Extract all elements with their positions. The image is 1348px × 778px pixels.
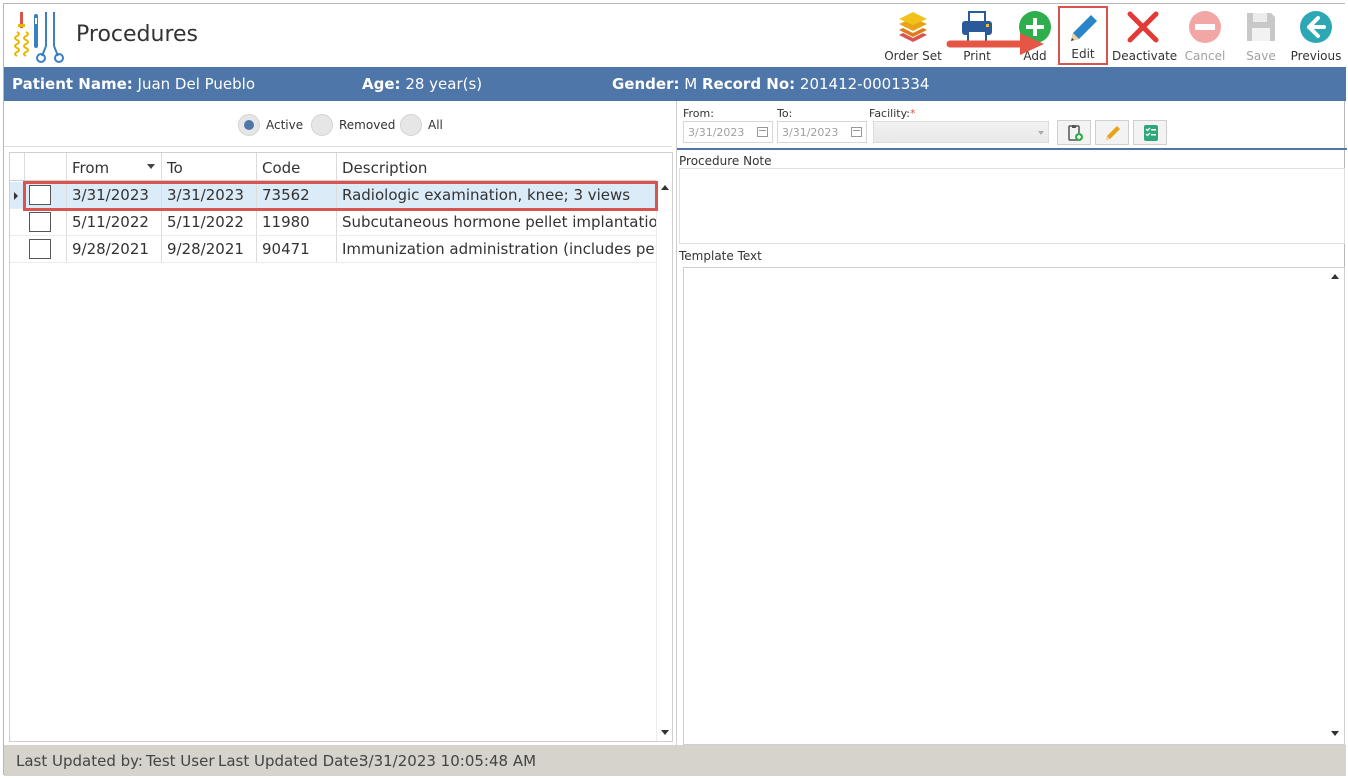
add-note-button[interactable]	[1057, 120, 1091, 145]
template-text-label: Template Text	[679, 249, 762, 263]
pencil-icon	[1071, 15, 1097, 41]
calendar-icon[interactable]	[757, 127, 768, 137]
cancel-button[interactable]: Cancel	[1180, 6, 1230, 65]
sort-arrow-icon	[147, 164, 155, 169]
printer-icon	[962, 11, 992, 43]
deactivate-button[interactable]: Deactivate	[1112, 6, 1177, 65]
current-row-indicator-icon	[14, 192, 18, 200]
calendar-icon[interactable]	[851, 127, 862, 137]
procedures-grid: From To Code Description 3/31/2023 3/31/…	[9, 152, 673, 742]
to-label: To:	[777, 107, 793, 120]
updated-date-value: 3/31/2023 10:05:48 AM	[359, 752, 537, 770]
column-header-to[interactable]: To	[162, 153, 257, 180]
filter-removed-radio[interactable]: Removed	[311, 114, 397, 136]
column-header-description[interactable]: Description	[337, 153, 656, 180]
surgical-tools-icon	[14, 12, 64, 63]
table-row[interactable]: 3/31/2023 3/31/2023 73562 Radiologic exa…	[10, 182, 656, 209]
procedures-window: Procedures Order Set Print Add Edit Deac…	[3, 3, 1347, 776]
scroll-down-icon[interactable]	[661, 730, 669, 735]
patient-age: Age: 28 year(s)	[362, 75, 483, 93]
pencil-icon	[1106, 126, 1120, 140]
floppy-icon	[1247, 13, 1275, 41]
checklist-button[interactable]	[1133, 120, 1167, 145]
minus-circle-icon	[1189, 11, 1221, 43]
to-date-field[interactable]: 3/31/2023	[777, 121, 867, 143]
table-row[interactable]: 9/28/2021 9/28/2021 90471 Immunization a…	[10, 236, 656, 263]
row-checkbox[interactable]	[29, 239, 51, 259]
template-text-field[interactable]	[683, 267, 1345, 745]
status-filter: Active Removed All	[4, 101, 672, 147]
page-title: Procedures	[76, 22, 198, 47]
layers-icon	[899, 12, 927, 42]
row-checkbox[interactable]	[29, 212, 51, 232]
chevron-down-icon	[1038, 131, 1044, 135]
updated-by-label: Last Updated by:	[16, 752, 143, 770]
divider	[677, 148, 1347, 150]
updated-date-label: Last Updated Date:	[218, 752, 364, 770]
scroll-down-icon[interactable]	[1331, 731, 1339, 736]
updated-by-value: Test User	[146, 752, 215, 770]
add-button[interactable]: Add	[1012, 6, 1058, 65]
checklist-icon	[1144, 125, 1158, 141]
x-icon	[1127, 11, 1159, 43]
order-set-button[interactable]: Order Set	[882, 6, 944, 65]
edit-note-button[interactable]	[1095, 120, 1129, 145]
table-row[interactable]: 5/11/2022 5/11/2022 11980 Subcutaneous h…	[10, 209, 656, 236]
filter-active-radio[interactable]: Active	[238, 114, 308, 136]
procedure-note-label: Procedure Note	[679, 154, 772, 168]
from-label: From:	[683, 107, 714, 120]
row-checkbox[interactable]	[29, 185, 51, 205]
from-date-field[interactable]: 3/31/2023	[683, 121, 773, 143]
procedure-note-field[interactable]	[679, 168, 1345, 244]
patient-record: Record No: 201412-0001334	[702, 75, 930, 93]
save-button[interactable]: Save	[1238, 6, 1284, 65]
patient-gender: Gender: M	[612, 75, 698, 93]
plus-circle-icon	[1019, 11, 1051, 43]
edit-button[interactable]: Edit	[1058, 6, 1108, 65]
facility-label: Facility:*	[869, 107, 916, 120]
previous-button[interactable]: Previous	[1290, 6, 1342, 65]
clipboard-add-icon	[1068, 125, 1083, 141]
status-bar: Last Updated by: Test User Last Updated …	[4, 745, 1346, 776]
patient-name: Patient Name: Juan Del Pueblo	[12, 75, 256, 93]
column-header-code[interactable]: Code	[257, 153, 337, 180]
scroll-up-icon[interactable]	[661, 185, 669, 190]
arrow-left-circle-icon	[1300, 11, 1332, 43]
patient-info-bar: Patient Name: Juan Del Pueblo Age: 28 ye…	[4, 67, 1346, 101]
column-header-from[interactable]: From	[67, 153, 162, 180]
filter-all-radio[interactable]: All	[400, 114, 450, 136]
scroll-up-icon[interactable]	[1331, 274, 1339, 279]
grid-header: From To Code Description	[10, 153, 656, 181]
procedure-details-panel: From: 3/31/2023 To: 3/31/2023 Facility:*	[676, 101, 1347, 746]
print-button[interactable]: Print	[952, 6, 1002, 65]
header: Procedures Order Set Print Add Edit Deac…	[4, 4, 1346, 67]
facility-select[interactable]	[873, 121, 1049, 143]
grid-scrollbar[interactable]	[656, 181, 672, 741]
